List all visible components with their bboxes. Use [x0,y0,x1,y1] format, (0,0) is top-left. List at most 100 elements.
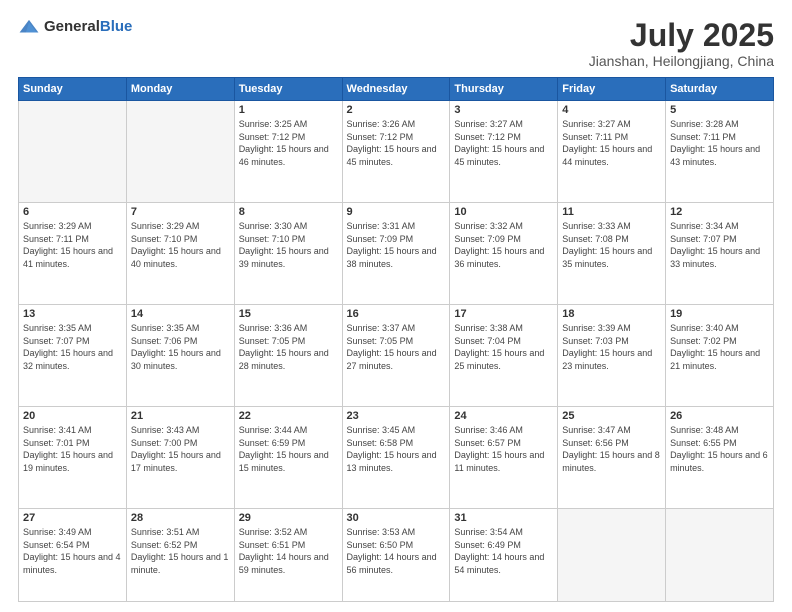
day-number: 30 [347,512,446,524]
day-number: 8 [239,206,338,218]
table-row: 27Sunrise: 3:49 AMSunset: 6:54 PMDayligh… [19,509,127,602]
table-row: 3Sunrise: 3:27 AMSunset: 7:12 PMDaylight… [450,101,558,203]
day-info: Sunrise: 3:26 AMSunset: 7:12 PMDaylight:… [347,118,446,168]
day-info: Sunrise: 3:53 AMSunset: 6:50 PMDaylight:… [347,526,446,576]
day-number: 24 [454,410,553,422]
col-sunday: Sunday [19,78,127,101]
day-number: 11 [562,206,661,218]
logo-blue: Blue [100,18,133,35]
calendar-header-row: Sunday Monday Tuesday Wednesday Thursday… [19,78,774,101]
day-info: Sunrise: 3:44 AMSunset: 6:59 PMDaylight:… [239,424,338,474]
day-info: Sunrise: 3:37 AMSunset: 7:05 PMDaylight:… [347,322,446,372]
day-info: Sunrise: 3:29 AMSunset: 7:10 PMDaylight:… [131,220,230,270]
table-row: 25Sunrise: 3:47 AMSunset: 6:56 PMDayligh… [558,407,666,509]
day-info: Sunrise: 3:46 AMSunset: 6:57 PMDaylight:… [454,424,553,474]
day-info: Sunrise: 3:43 AMSunset: 7:00 PMDaylight:… [131,424,230,474]
day-number: 14 [131,308,230,320]
table-row: 19 Sunrise: 3:40 AMSunset: 7:02 PMDayligh… [666,305,774,407]
table-row: 9Sunrise: 3:31 AMSunset: 7:09 PMDaylight… [342,203,450,305]
day-info: Sunrise: 3:25 AMSunset: 7:12 PMDaylight:… [239,118,338,168]
table-row: 21 Sunrise: 3:43 AMSunset: 7:00 PMDayligh… [126,407,234,509]
table-row: 1 Sunrise: 3:25 AMSunset: 7:12 PMDaylight… [234,101,342,203]
day-info: Sunrise: 3:30 AMSunset: 7:10 PMDaylight:… [239,220,338,270]
month-year: July 2025 [589,18,774,53]
table-row: 28 Sunrise: 3:51 AMSunset: 6:52 PMDayligh… [126,509,234,602]
col-tuesday: Tuesday [234,78,342,101]
table-row [19,101,127,203]
table-row: 5 Sunrise: 3:28 AMSunset: 7:11 PMDaylight… [666,101,774,203]
table-row: 22 Sunrise: 3:44 AMSunset: 6:59 PMDayligh… [234,407,342,509]
table-row: 14 Sunrise: 3:35 AMSunset: 7:06 PMDayligh… [126,305,234,407]
day-number: 31 [454,512,553,524]
table-row [558,509,666,602]
table-row: 17 Sunrise: 3:38 AMSunset: 7:04 PMDayligh… [450,305,558,407]
table-row: 23Sunrise: 3:45 AMSunset: 6:58 PMDayligh… [342,407,450,509]
day-number: 18 [562,308,661,320]
table-row: 20Sunrise: 3:41 AMSunset: 7:01 PMDayligh… [19,407,127,509]
col-wednesday: Wednesday [342,78,450,101]
day-info: Sunrise: 3:33 AMSunset: 7:08 PMDaylight:… [562,220,661,270]
table-row: 6Sunrise: 3:29 AMSunset: 7:11 PMDaylight… [19,203,127,305]
day-info: Sunrise: 3:52 AMSunset: 6:51 PMDaylight:… [239,526,338,576]
logo-general: General [44,18,100,35]
table-row: 2 Sunrise: 3:26 AMSunset: 7:12 PMDaylight… [342,101,450,203]
table-row: 26Sunrise: 3:48 AMSunset: 6:55 PMDayligh… [666,407,774,509]
table-row: 7 Sunrise: 3:29 AMSunset: 7:10 PMDaylight… [126,203,234,305]
header: GeneralBlue July 2025 Jianshan, Heilongj… [18,18,774,69]
logo: GeneralBlue [18,18,132,36]
col-saturday: Saturday [666,78,774,101]
day-number: 12 [670,206,769,218]
table-row: 24 Sunrise: 3:46 AMSunset: 6:57 PMDayligh… [450,407,558,509]
day-info: Sunrise: 3:35 AMSunset: 7:07 PMDaylight:… [23,322,122,372]
day-info: Sunrise: 3:35 AMSunset: 7:06 PMDaylight:… [131,322,230,372]
day-info: Sunrise: 3:27 AMSunset: 7:12 PMDaylight:… [454,118,553,168]
table-row: 15Sunrise: 3:36 AMSunset: 7:05 PMDayligh… [234,305,342,407]
table-row [126,101,234,203]
col-monday: Monday [126,78,234,101]
day-info: Sunrise: 3:45 AMSunset: 6:58 PMDaylight:… [347,424,446,474]
day-number: 28 [131,512,230,524]
day-number: 17 [454,308,553,320]
page: GeneralBlue July 2025 Jianshan, Heilongj… [0,0,792,612]
table-row: 4 Sunrise: 3:27 AMSunset: 7:11 PMDaylight… [558,101,666,203]
day-number: 7 [131,206,230,218]
day-info: Sunrise: 3:28 AMSunset: 7:11 PMDaylight:… [670,118,769,168]
title-block: July 2025 Jianshan, Heilongjiang, China [589,18,774,69]
day-info: Sunrise: 3:54 AMSunset: 6:49 PMDaylight:… [454,526,553,576]
day-number: 9 [347,206,446,218]
day-number: 29 [239,512,338,524]
day-info: Sunrise: 3:49 AMSunset: 6:54 PMDaylight:… [23,526,122,576]
day-number: 4 [562,104,661,116]
table-row: 13 Sunrise: 3:35 AMSunset: 7:07 PMDayligh… [19,305,127,407]
day-number: 25 [562,410,661,422]
table-row: 31 Sunrise: 3:54 AMSunset: 6:49 PMDayligh… [450,509,558,602]
day-info: Sunrise: 3:34 AMSunset: 7:07 PMDaylight:… [670,220,769,270]
col-thursday: Thursday [450,78,558,101]
table-row: 29 Sunrise: 3:52 AMSunset: 6:51 PMDayligh… [234,509,342,602]
day-info: Sunrise: 3:40 AMSunset: 7:02 PMDaylight:… [670,322,769,372]
day-number: 21 [131,410,230,422]
table-row: 12 Sunrise: 3:34 AMSunset: 7:07 PMDayligh… [666,203,774,305]
day-number: 2 [347,104,446,116]
day-info: Sunrise: 3:51 AMSunset: 6:52 PMDaylight:… [131,526,230,576]
table-row [666,509,774,602]
location: Jianshan, Heilongjiang, China [589,53,774,69]
table-row: 11 Sunrise: 3:33 AMSunset: 7:08 PMDayligh… [558,203,666,305]
day-number: 10 [454,206,553,218]
day-info: Sunrise: 3:39 AMSunset: 7:03 PMDaylight:… [562,322,661,372]
day-number: 22 [239,410,338,422]
day-info: Sunrise: 3:38 AMSunset: 7:04 PMDaylight:… [454,322,553,372]
day-number: 19 [670,308,769,320]
day-number: 13 [23,308,122,320]
day-info: Sunrise: 3:36 AMSunset: 7:05 PMDaylight:… [239,322,338,372]
table-row: 30 Sunrise: 3:53 AMSunset: 6:50 PMDayligh… [342,509,450,602]
calendar-table: Sunday Monday Tuesday Wednesday Thursday… [18,77,774,602]
day-info: Sunrise: 3:27 AMSunset: 7:11 PMDaylight:… [562,118,661,168]
day-number: 1 [239,104,338,116]
logo-icon [18,18,40,36]
day-number: 5 [670,104,769,116]
table-row: 18 Sunrise: 3:39 AMSunset: 7:03 PMDayligh… [558,305,666,407]
day-info: Sunrise: 3:41 AMSunset: 7:01 PMDaylight:… [23,424,122,474]
day-info: Sunrise: 3:32 AMSunset: 7:09 PMDaylight:… [454,220,553,270]
table-row: 10 Sunrise: 3:32 AMSunset: 7:09 PMDayligh… [450,203,558,305]
